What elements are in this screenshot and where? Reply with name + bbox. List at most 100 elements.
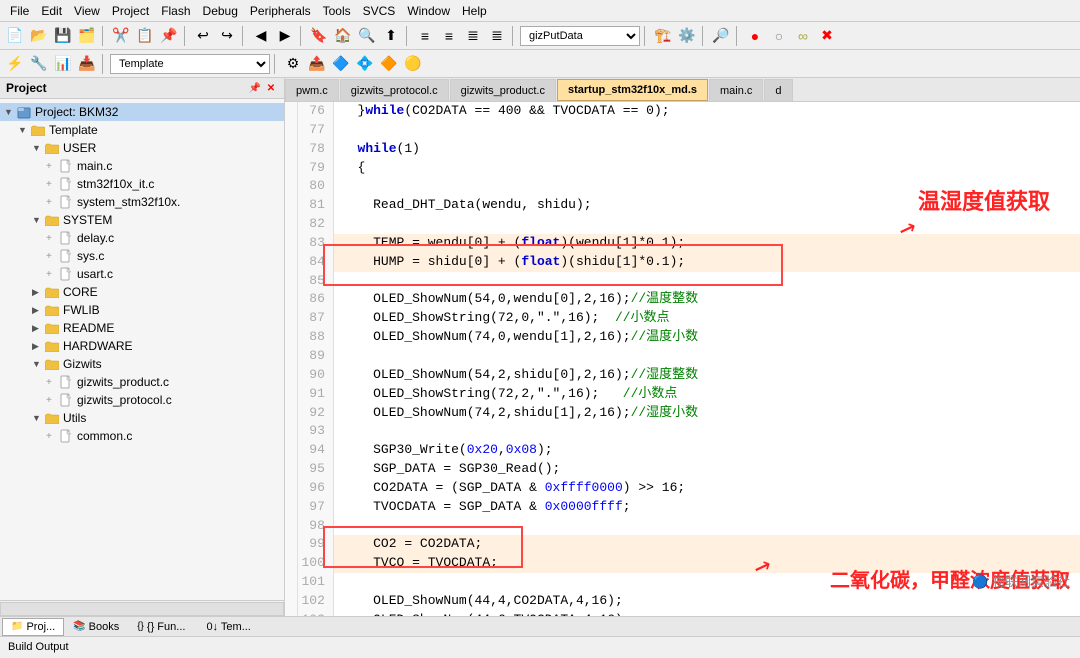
col-btn[interactable]: ≣: [462, 25, 484, 47]
code-content[interactable]: OLED_ShowNum(54,0,wendu[0],2,16);//温度整数: [333, 290, 1080, 309]
open-btn[interactable]: 📂: [28, 25, 50, 47]
code-content[interactable]: OLED_ShowNum(54,2,shidu[0],2,16);//湿度整数: [333, 366, 1080, 385]
menu-file[interactable]: File: [4, 2, 35, 20]
tree-item-gizwits-product[interactable]: +gizwits_product.c: [0, 373, 284, 391]
tree-item-main-c[interactable]: +main.c: [0, 157, 284, 175]
tb2-btn10[interactable]: 🟡: [402, 53, 424, 75]
tree-toggle[interactable]: ▶: [32, 287, 44, 298]
tree-item-hardware-folder[interactable]: ▶HARDWARE: [0, 337, 284, 355]
paste-btn[interactable]: 📌: [158, 25, 180, 47]
tree-item-sys-c[interactable]: +sys.c: [0, 247, 284, 265]
new-file-btn[interactable]: 📄: [4, 25, 26, 47]
tree-item-usart-c[interactable]: +usart.c: [0, 265, 284, 283]
tree-toggle[interactable]: ▼: [18, 125, 30, 135]
tree-item-project-root[interactable]: ▼Project: BKM32: [0, 103, 284, 121]
code-content[interactable]: TVCO = TVOCDATA;: [333, 554, 1080, 573]
sidebar-close-btn[interactable]: ✕: [264, 81, 278, 95]
red-circle[interactable]: ●: [744, 25, 766, 47]
code-content[interactable]: [333, 177, 1080, 196]
tree-item-stm32-it[interactable]: +stm32f10x_it.c: [0, 175, 284, 193]
redo-btn[interactable]: ↪: [216, 25, 238, 47]
code-content[interactable]: OLED_ShowNum(44,4,CO2DATA,4,16);: [333, 592, 1080, 611]
menu-help[interactable]: Help: [456, 2, 493, 20]
tb2-btn8[interactable]: 💠: [354, 53, 376, 75]
menu-edit[interactable]: Edit: [35, 2, 68, 20]
code-content[interactable]: OLED_ShowNum(74,0,wendu[1],2,16);//温度小数: [333, 328, 1080, 347]
bottom-tab-1[interactable]: 📚Books: [64, 618, 128, 636]
nav-btn2[interactable]: 🏠: [332, 25, 354, 47]
tree-toggle[interactable]: ▼: [32, 215, 44, 225]
code-content[interactable]: OLED_ShowNum(74,2,shidu[1],2,16);//湿度小数: [333, 404, 1080, 423]
menu-project[interactable]: Project: [106, 2, 155, 20]
save-all-btn[interactable]: 🗂️: [76, 25, 98, 47]
template-dropdown[interactable]: Template: [110, 54, 270, 74]
code-editor[interactable]: 76 }while(CO2DATA == 400 && TVOCDATA == …: [285, 102, 1080, 616]
code-content[interactable]: CO2DATA = (SGP_DATA & 0xffff0000) >> 16;: [333, 479, 1080, 498]
code-content[interactable]: }while(CO2DATA == 400 && TVOCDATA == 0);: [333, 102, 1080, 121]
tree-item-system-stm32[interactable]: +system_stm32f10x.: [0, 193, 284, 211]
tree-toggle[interactable]: +: [46, 233, 58, 244]
nav-btn4[interactable]: ⬆: [380, 25, 402, 47]
tree-item-common-c[interactable]: +common.c: [0, 427, 284, 445]
nav-fwd-btn[interactable]: ▶: [274, 25, 296, 47]
code-content[interactable]: OLED_ShowNum(44,6,TVOCDATA,4,16);: [333, 611, 1080, 616]
menu-debug[interactable]: Debug: [197, 2, 244, 20]
tb2-btn7[interactable]: 🔷: [330, 53, 352, 75]
menu-flash[interactable]: Flash: [155, 2, 196, 20]
tree-toggle[interactable]: ▶: [32, 323, 44, 334]
tree-item-system-folder[interactable]: ▼SYSTEM: [0, 211, 284, 229]
code-content[interactable]: SGP30_Write(0x20,0x08);: [333, 441, 1080, 460]
tree-toggle[interactable]: ▶: [32, 341, 44, 352]
tree-toggle[interactable]: +: [46, 197, 58, 208]
tab-3[interactable]: startup_stm32f10x_md.s: [557, 79, 708, 101]
sidebar-pin-btn[interactable]: 📌: [248, 81, 262, 95]
nav-btn3[interactable]: 🔍: [356, 25, 378, 47]
target-dropdown[interactable]: gizPutData: [520, 26, 640, 46]
tree-toggle[interactable]: +: [46, 269, 58, 280]
search-btn[interactable]: 🔎: [710, 25, 732, 47]
tree-item-core-folder[interactable]: ▶CORE: [0, 283, 284, 301]
tree-toggle[interactable]: ▶: [32, 305, 44, 316]
code-content[interactable]: OLED_ShowString(72,2,".",16); //小数点: [333, 385, 1080, 404]
code-content[interactable]: [333, 215, 1080, 234]
tree-item-readme-folder[interactable]: ▶README: [0, 319, 284, 337]
dbg-btn[interactable]: ⚙️: [676, 25, 698, 47]
tree-item-fwlib-folder[interactable]: ▶FWLIB: [0, 301, 284, 319]
tree-toggle[interactable]: +: [46, 395, 58, 406]
code-content[interactable]: CO2 = CO2DATA;: [333, 535, 1080, 554]
tree-toggle[interactable]: +: [46, 179, 58, 190]
code-content[interactable]: [333, 517, 1080, 536]
save-btn[interactable]: 💾: [52, 25, 74, 47]
tb2-btn6[interactable]: 📤: [306, 53, 328, 75]
indent-btn[interactable]: ≡: [414, 25, 436, 47]
tree-item-gizwits-protocol[interactable]: +gizwits_protocol.c: [0, 391, 284, 409]
tree-item-utils-folder[interactable]: ▼Utils: [0, 409, 284, 427]
code-content[interactable]: HUMP = shidu[0] + (float)(shidu[1]*0.1);: [333, 253, 1080, 272]
bottom-tab-0[interactable]: 📁Proj...: [2, 618, 64, 636]
code-content[interactable]: while(1): [333, 140, 1080, 159]
tree-toggle[interactable]: +: [46, 431, 58, 442]
undo-btn[interactable]: ↩: [192, 25, 214, 47]
tree-toggle[interactable]: ▼: [32, 359, 44, 369]
menu-tools[interactable]: Tools: [317, 2, 357, 20]
bookmark-btn[interactable]: 🔖: [308, 25, 330, 47]
tb2-btn1[interactable]: ⚡: [4, 53, 26, 75]
tree-toggle[interactable]: +: [46, 161, 58, 172]
tree-toggle[interactable]: +: [46, 377, 58, 388]
code-content[interactable]: [333, 573, 1080, 592]
tab-5[interactable]: d: [764, 79, 792, 101]
tree-item-gizwits-folder[interactable]: ▼Gizwits: [0, 355, 284, 373]
red-x-btn[interactable]: ✖: [816, 25, 838, 47]
link-btn[interactable]: ∞: [792, 25, 814, 47]
bottom-tab-3[interactable]: 0↓ Tem...: [194, 618, 259, 636]
tab-2[interactable]: gizwits_product.c: [450, 79, 556, 101]
tb2-btn9[interactable]: 🔶: [378, 53, 400, 75]
menu-window[interactable]: Window: [401, 2, 456, 20]
tb2-btn2[interactable]: 🔧: [28, 53, 50, 75]
tree-item-template-root[interactable]: ▼Template: [0, 121, 284, 139]
code-content[interactable]: SGP_DATA = SGP30_Read();: [333, 460, 1080, 479]
tb2-btn5[interactable]: ⚙: [282, 53, 304, 75]
code-content[interactable]: {: [333, 159, 1080, 178]
code-content[interactable]: Read_DHT_Data(wendu, shidu);: [333, 196, 1080, 215]
menu-peripherals[interactable]: Peripherals: [244, 2, 317, 20]
